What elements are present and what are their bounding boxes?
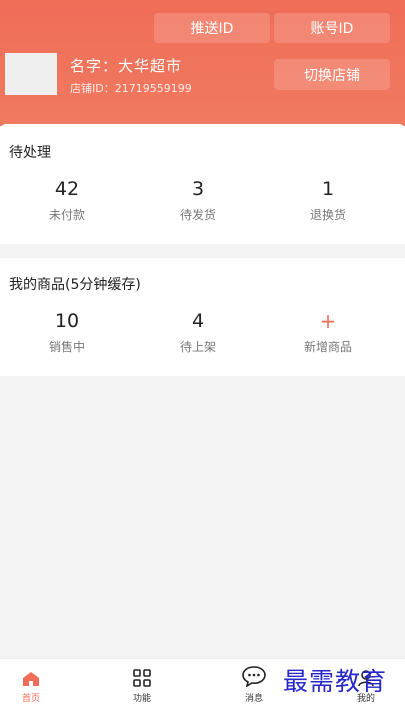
tab-features[interactable]: 功能	[112, 663, 172, 704]
stat-value: 42	[54, 178, 80, 200]
push-id-button[interactable]: 推送ID	[154, 13, 270, 43]
stat-returns[interactable]: 1 退换货	[268, 176, 388, 223]
stat-label: 销售中	[48, 340, 85, 354]
stat-unpaid[interactable]: 42 未付款	[7, 176, 127, 223]
stat-value: 10	[54, 310, 80, 332]
pending-card: 待处理 42 未付款 3 待发货 1 退换货	[0, 124, 405, 244]
stat-pending-listing[interactable]: 4 待上架	[138, 308, 258, 355]
tab-home[interactable]: 首页	[1, 663, 61, 704]
stat-label: 退换货	[309, 208, 346, 222]
tab-label: 首页	[21, 694, 40, 704]
store-avatar[interactable]	[5, 53, 57, 95]
tab-messages[interactable]: 消息	[224, 663, 284, 704]
account-id-button[interactable]: 账号ID	[274, 13, 390, 43]
stat-value: 4	[191, 310, 205, 332]
stat-on-sale[interactable]: 10 销售中	[7, 308, 127, 355]
grid-icon	[112, 663, 172, 687]
stat-label: 待发货	[179, 208, 216, 222]
goods-title: 我的商品(5分钟缓存)	[9, 277, 141, 293]
store-name: 名字：大华超市	[70, 57, 183, 75]
switch-store-button[interactable]: 切换店铺	[274, 59, 390, 90]
plus-icon: +	[319, 309, 337, 333]
add-product-button[interactable]: + 新增商品	[268, 308, 388, 355]
watermark-text: 最需教育	[283, 667, 388, 696]
stat-value: 3	[191, 178, 205, 200]
stat-label: 新增商品	[303, 340, 352, 354]
tab-label: 消息	[244, 694, 263, 704]
tab-label: 功能	[132, 694, 151, 704]
store-id: 店铺ID：21719559199	[70, 82, 192, 95]
goods-card: 我的商品(5分钟缓存) 10 销售中 4 待上架 + 新增商品	[0, 258, 405, 376]
store-header: 推送ID 账号ID 名字：大华超市 店铺ID：21719559199 切换店铺	[0, 0, 405, 126]
stat-label: 未付款	[48, 208, 85, 222]
stat-value: 1	[321, 178, 335, 200]
stat-label: 待上架	[179, 340, 216, 354]
chat-icon	[224, 663, 284, 687]
home-icon	[1, 663, 61, 687]
pending-title: 待处理	[9, 145, 51, 161]
stat-to-ship[interactable]: 3 待发货	[138, 176, 258, 223]
